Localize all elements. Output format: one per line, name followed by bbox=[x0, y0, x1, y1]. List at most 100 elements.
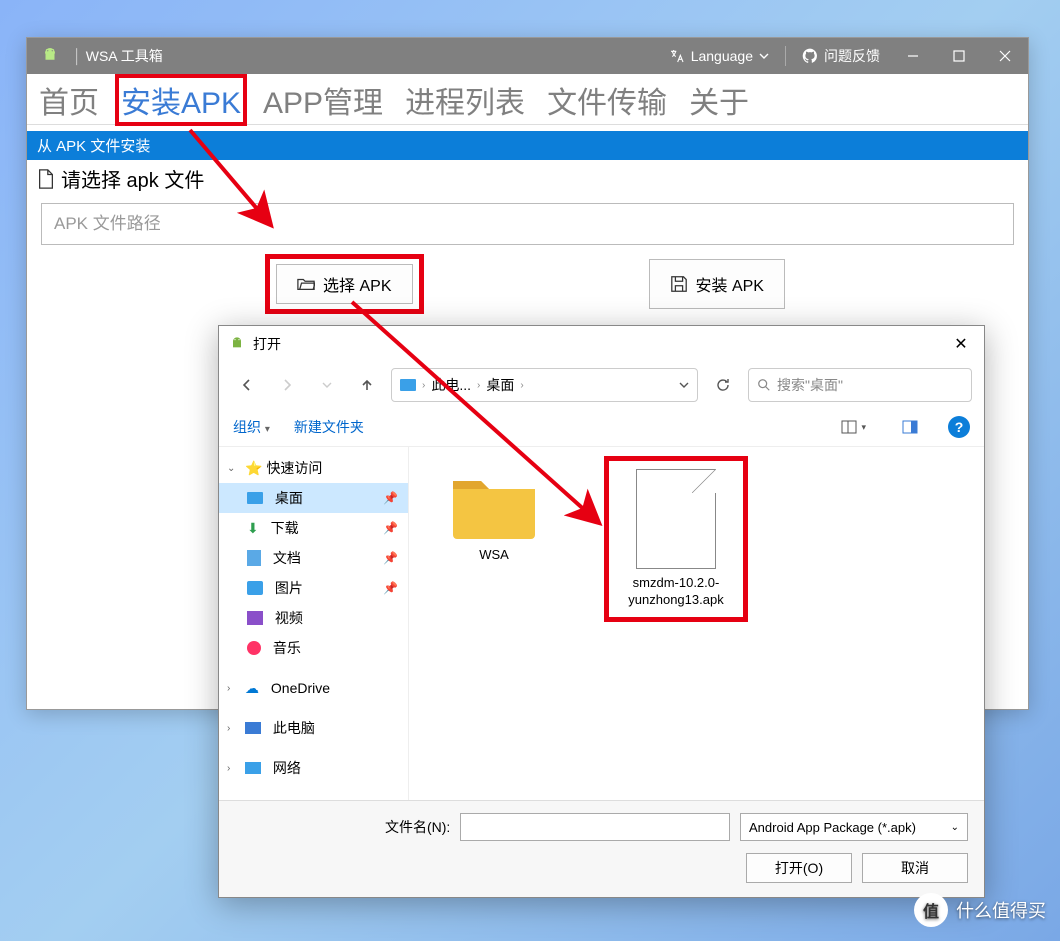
chevron-right-icon: › bbox=[477, 380, 480, 391]
github-icon bbox=[802, 48, 818, 64]
watermark-text: 什么值得买 bbox=[956, 897, 1046, 923]
tab-file-transfer[interactable]: 文件传输 bbox=[543, 76, 671, 124]
pin-icon: 📌 bbox=[383, 551, 398, 565]
folder-wsa[interactable]: WSA bbox=[429, 461, 559, 564]
desktop-icon bbox=[400, 379, 416, 391]
nav-tree: ⌄⭐快速访问 桌面📌 ⬇ 下载📌 文档📌 图片📌 视频 音乐 ›☁ OneDri… bbox=[219, 447, 409, 800]
tree-music[interactable]: 音乐 bbox=[219, 633, 408, 663]
feedback-link[interactable]: 问题反馈 bbox=[792, 46, 890, 66]
new-folder-button[interactable]: 新建文件夹 bbox=[294, 417, 364, 437]
dialog-close-button[interactable]: ✕ bbox=[938, 326, 984, 362]
button-row: 选择 APK 安装 APK bbox=[27, 259, 1028, 309]
dialog-titlebar: 打开 ✕ bbox=[219, 326, 984, 362]
file-icon bbox=[37, 169, 55, 189]
videos-icon bbox=[247, 611, 263, 625]
dialog-body: ⌄⭐快速访问 桌面📌 ⬇ 下载📌 文档📌 图片📌 视频 音乐 ›☁ OneDri… bbox=[219, 447, 984, 800]
dialog-footer: 文件名(N): Android App Package (*.apk) ⌄ 打开… bbox=[219, 800, 984, 897]
tab-home[interactable]: 首页 bbox=[35, 76, 103, 124]
cloud-icon: ☁ bbox=[245, 680, 259, 697]
file-list: WSA smzdm-10.2.0-yunzhong13.apk bbox=[409, 447, 984, 800]
organize-menu[interactable]: 组织 ▾ bbox=[233, 417, 270, 437]
chevron-down-icon: ⌄ bbox=[951, 822, 959, 833]
chevron-right-icon: › bbox=[422, 380, 425, 391]
tab-app-manage[interactable]: APP管理 bbox=[259, 76, 387, 124]
tab-about[interactable]: 关于 bbox=[685, 76, 753, 124]
filetype-text: Android App Package (*.apk) bbox=[749, 820, 916, 835]
apk-file-highlight: smzdm-10.2.0-yunzhong13.apk bbox=[609, 461, 743, 617]
cancel-button[interactable]: 取消 bbox=[862, 853, 968, 883]
language-menu[interactable]: Language bbox=[659, 48, 779, 64]
watermark: 值 什么值得买 bbox=[914, 893, 1046, 927]
crumb-pc[interactable]: 此电... bbox=[431, 375, 471, 395]
language-label: Language bbox=[691, 48, 753, 64]
search-input[interactable]: 搜索"桌面" bbox=[748, 368, 972, 402]
tree-quick-access[interactable]: ⌄⭐快速访问 bbox=[219, 453, 408, 483]
apk-path-row bbox=[41, 203, 1014, 245]
pin-icon: 📌 bbox=[383, 521, 398, 535]
section-header: 从 APK 文件安装 bbox=[27, 131, 1028, 160]
help-button[interactable]: ? bbox=[948, 416, 970, 438]
pc-icon bbox=[245, 722, 261, 734]
pictures-icon bbox=[247, 581, 263, 595]
nav-up-button[interactable] bbox=[351, 369, 383, 401]
tree-videos[interactable]: 视频 bbox=[219, 603, 408, 633]
desktop-icon bbox=[247, 492, 263, 504]
network-icon bbox=[245, 762, 261, 774]
nav-recent-button[interactable] bbox=[311, 369, 343, 401]
dialog-nav-row: › 此电... › 桌面 › 搜索"桌面" bbox=[219, 362, 984, 408]
tree-onedrive[interactable]: ›☁ OneDrive bbox=[219, 673, 408, 703]
close-button[interactable] bbox=[982, 38, 1028, 74]
tree-pictures[interactable]: 图片📌 bbox=[219, 573, 408, 603]
select-apk-highlight: 选择 APK bbox=[270, 259, 418, 309]
translate-icon bbox=[669, 48, 685, 64]
view-mode-button[interactable]: ▾ bbox=[835, 416, 872, 438]
filename-input[interactable] bbox=[460, 813, 730, 841]
android-icon bbox=[27, 47, 73, 65]
folder-icon bbox=[449, 469, 539, 541]
dialog-title: 打开 bbox=[253, 334, 281, 354]
breadcrumb[interactable]: › 此电... › 桌面 › bbox=[391, 368, 698, 402]
select-file-text: 请选择 apk 文件 bbox=[61, 164, 204, 193]
search-icon bbox=[757, 378, 771, 392]
apk-path-input[interactable] bbox=[41, 203, 1014, 245]
crumb-desktop[interactable]: 桌面 bbox=[486, 375, 514, 395]
tab-process-list[interactable]: 进程列表 bbox=[401, 76, 529, 124]
watermark-icon: 值 bbox=[914, 893, 948, 927]
apk-file[interactable]: smzdm-10.2.0-yunzhong13.apk bbox=[611, 469, 741, 609]
filetype-select[interactable]: Android App Package (*.apk) ⌄ bbox=[740, 813, 968, 841]
refresh-button[interactable] bbox=[706, 368, 740, 402]
window-title: WSA 工具箱 bbox=[82, 46, 163, 66]
save-icon bbox=[670, 275, 688, 293]
open-button[interactable]: 打开(O) bbox=[746, 853, 852, 883]
minimize-button[interactable] bbox=[890, 38, 936, 74]
select-apk-button[interactable]: 选择 APK bbox=[276, 264, 412, 304]
nav-back-button[interactable] bbox=[231, 369, 263, 401]
chevron-down-icon[interactable] bbox=[679, 380, 689, 390]
maximize-button[interactable] bbox=[936, 38, 982, 74]
chevron-down-icon bbox=[759, 51, 769, 61]
tab-bar: 首页 安装APK APP管理 进程列表 文件传输 关于 bbox=[27, 74, 1028, 125]
pin-icon: 📌 bbox=[383, 581, 398, 595]
install-apk-button[interactable]: 安装 APK bbox=[649, 259, 785, 309]
download-icon: ⬇ bbox=[247, 520, 259, 537]
tree-desktop[interactable]: 桌面📌 bbox=[219, 483, 408, 513]
music-icon bbox=[247, 641, 261, 655]
preview-pane-button[interactable] bbox=[896, 416, 924, 438]
chevron-right-icon: › bbox=[520, 380, 523, 391]
select-apk-label: 选择 APK bbox=[323, 272, 391, 296]
folder-label: WSA bbox=[429, 547, 559, 564]
pin-icon: 📌 bbox=[383, 491, 398, 505]
tree-this-pc[interactable]: › 此电脑 bbox=[219, 713, 408, 743]
star-icon: ⭐ bbox=[245, 460, 262, 477]
dialog-toolbar: 组织 ▾ 新建文件夹 ▾ ? bbox=[219, 408, 984, 447]
filename-label: 文件名(N): bbox=[385, 817, 450, 837]
document-icon bbox=[247, 550, 261, 566]
nav-forward-button[interactable] bbox=[271, 369, 303, 401]
tree-network[interactable]: › 网络 bbox=[219, 753, 408, 783]
tab-install-apk[interactable]: 安装APK bbox=[117, 76, 245, 124]
select-file-label: 请选择 apk 文件 bbox=[27, 160, 1028, 197]
tree-documents[interactable]: 文档📌 bbox=[219, 543, 408, 573]
android-icon bbox=[229, 336, 245, 352]
folder-open-icon bbox=[297, 276, 315, 292]
tree-downloads[interactable]: ⬇ 下载📌 bbox=[219, 513, 408, 543]
